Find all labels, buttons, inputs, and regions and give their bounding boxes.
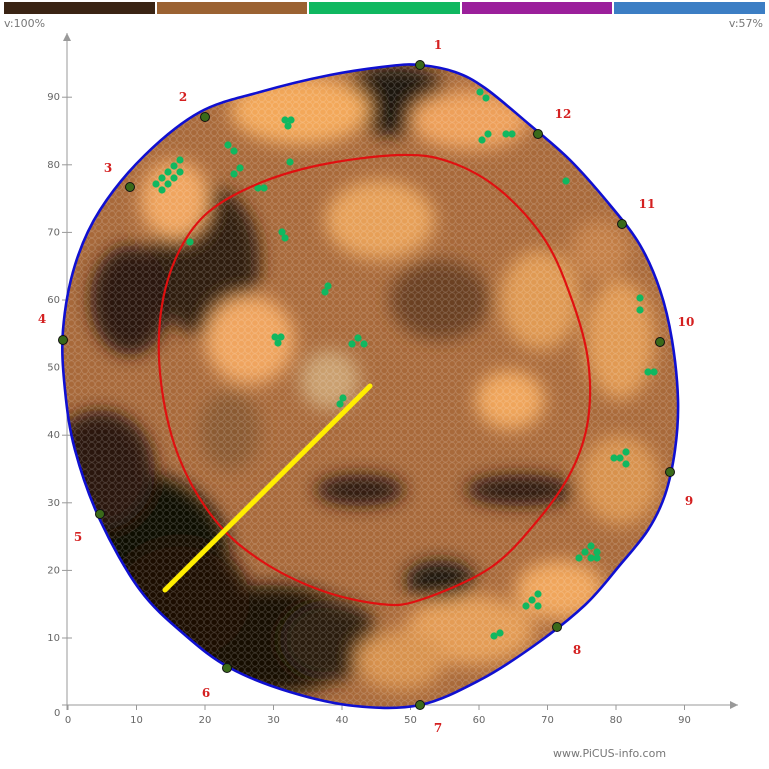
y-tick-label: 50 xyxy=(47,363,60,374)
sensor-point[interactable] xyxy=(552,622,562,632)
green-cell xyxy=(534,602,542,610)
green-cell xyxy=(236,164,244,172)
x-tick-label: 20 xyxy=(199,715,212,726)
x-tick-label: 0 xyxy=(65,715,71,726)
green-cell xyxy=(622,460,630,468)
green-cell xyxy=(360,340,368,348)
green-cell xyxy=(522,602,530,610)
green-cell xyxy=(230,170,238,178)
green-cell xyxy=(348,340,356,348)
green-cell xyxy=(622,448,630,456)
x-tick-label: 80 xyxy=(610,715,623,726)
sensor-point[interactable] xyxy=(415,700,425,710)
x-tick-label: 90 xyxy=(678,715,691,726)
green-cell xyxy=(170,174,178,182)
dot-texture xyxy=(62,64,679,708)
x-axis-arrow xyxy=(730,701,738,709)
green-cell xyxy=(170,162,178,170)
x-tick-label: 70 xyxy=(541,715,554,726)
sensor-label-6: 6 xyxy=(202,686,210,700)
green-cell xyxy=(158,186,166,194)
green-cell xyxy=(281,234,289,242)
green-cell xyxy=(286,158,294,166)
green-cell xyxy=(230,147,238,155)
green-cell xyxy=(284,122,292,130)
x-tick-label: 40 xyxy=(336,715,349,726)
x-tick-label: 30 xyxy=(267,715,280,726)
green-cell xyxy=(575,554,583,562)
green-cell xyxy=(650,368,658,376)
sensor-point[interactable] xyxy=(125,182,135,192)
green-cell xyxy=(164,180,172,188)
x-tick-label: 60 xyxy=(473,715,486,726)
green-cell xyxy=(496,629,504,637)
green-cell xyxy=(274,339,282,347)
sensor-label-3: 3 xyxy=(104,161,112,175)
green-cell xyxy=(581,548,589,556)
green-cell xyxy=(484,130,492,138)
green-cell xyxy=(164,168,172,176)
green-cell xyxy=(562,177,570,185)
green-cell xyxy=(158,174,166,182)
cross-section-fill xyxy=(62,64,679,708)
y-axis-arrow xyxy=(63,33,71,41)
green-cell xyxy=(478,136,486,144)
sensor-point[interactable] xyxy=(95,509,105,519)
y-tick-label: 80 xyxy=(47,160,60,171)
green-cell xyxy=(610,454,618,462)
sensor-point[interactable] xyxy=(200,112,210,122)
y-tick-label: 20 xyxy=(47,565,60,576)
sensor-label-11: 11 xyxy=(639,197,656,211)
tomogram-view: v:100% v:57% 0 10 20 30 40 50 60 70 80 90 10 20 30 4… xyxy=(0,0,769,769)
sensor-point[interactable] xyxy=(665,467,675,477)
y-tick-label: 40 xyxy=(47,430,60,441)
sensor-point[interactable] xyxy=(617,219,627,229)
green-cell xyxy=(593,554,601,562)
x-tick-label: 50 xyxy=(404,715,417,726)
y-tick-label: 90 xyxy=(47,92,60,103)
sensor-label-8: 8 xyxy=(573,643,581,657)
y-tick-label: 60 xyxy=(47,295,60,306)
tomogram-plot: 0 10 20 30 40 50 60 70 80 90 10 20 30 40 50 60 70 80 90 0… xyxy=(38,33,738,735)
sensor-label-1: 1 xyxy=(434,38,442,52)
green-cell xyxy=(482,94,490,102)
sensor-label-10: 10 xyxy=(678,315,695,329)
green-cell xyxy=(528,596,536,604)
sensor-label-9: 9 xyxy=(685,494,693,508)
sensor-label-2: 2 xyxy=(179,90,187,104)
green-cell xyxy=(636,306,644,314)
green-cell xyxy=(636,294,644,302)
green-cell xyxy=(354,334,362,342)
sensor-point[interactable] xyxy=(655,337,665,347)
green-cell xyxy=(186,238,194,246)
sensor-label-12: 12 xyxy=(555,107,572,121)
green-cell xyxy=(176,168,184,176)
sensor-label-5: 5 xyxy=(74,530,82,544)
green-cell xyxy=(260,184,268,192)
sensor-label-4: 4 xyxy=(38,312,46,326)
y-tick-label: 70 xyxy=(47,227,60,238)
x-tick-label: 10 xyxy=(130,715,143,726)
origin-label: 0 xyxy=(54,708,60,719)
footer-credit: www.PiCUS-info.com xyxy=(553,747,667,760)
green-cell xyxy=(476,88,484,96)
green-cell xyxy=(508,130,516,138)
green-cell xyxy=(587,542,595,550)
green-cell xyxy=(534,590,542,598)
green-cell xyxy=(336,400,344,408)
y-tick-label: 10 xyxy=(47,633,60,644)
green-cell xyxy=(224,141,232,149)
green-cell xyxy=(176,156,184,164)
y-tick-label: 30 xyxy=(47,498,60,509)
green-cell xyxy=(152,180,160,188)
green-cell xyxy=(324,282,332,290)
sensor-point[interactable] xyxy=(533,129,543,139)
sensor-point[interactable] xyxy=(415,60,425,70)
sensor-point[interactable] xyxy=(58,335,68,345)
sensor-point[interactable] xyxy=(222,663,232,673)
sensor-label-7: 7 xyxy=(434,721,442,735)
